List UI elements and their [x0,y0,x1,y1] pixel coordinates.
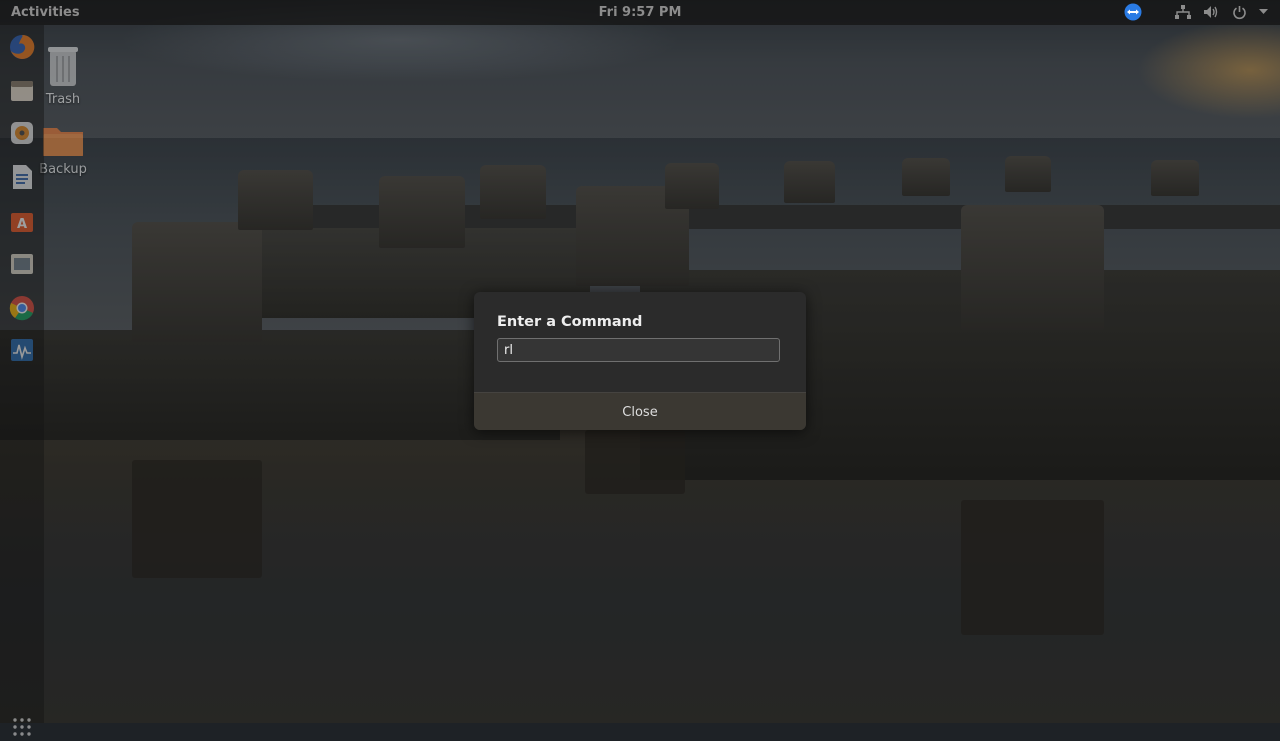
svg-text:A: A [17,217,27,232]
system-monitor-icon [11,339,33,361]
dialog-title: Enter a Command [497,314,643,330]
volume-icon[interactable] [1202,3,1220,21]
dock-item-rhythmbox[interactable] [8,119,36,147]
folder-icon [43,128,83,156]
dock: A [0,25,44,736]
system-tray[interactable] [1124,3,1268,21]
menu-arrow-icon[interactable] [1258,3,1268,21]
trash-icon [48,47,78,86]
rhythmbox-icon [11,122,33,144]
run-command-dialog: Enter a Command Close [474,292,806,430]
teamviewer-icon[interactable] [1124,3,1142,21]
apps-grid-icon [13,718,31,736]
dock-item-software[interactable]: A [8,207,36,235]
libreoffice-writer-icon [13,165,32,189]
top-bar: Activities Fri 9:57 PM [0,0,1280,25]
power-icon[interactable] [1230,3,1248,21]
software-center-icon: A [11,213,33,232]
firefox-icon [10,34,35,59]
files-icon [11,81,33,101]
dock-item-firefox[interactable] [8,33,36,61]
activities-button[interactable]: Activities [11,5,80,20]
close-button[interactable]: Close [474,392,806,430]
dock-item-system-monitor[interactable] [8,336,36,364]
clock[interactable]: Fri 9:57 PM [599,5,682,20]
dock-item-files[interactable] [8,77,36,105]
chrome-icon [9,296,34,321]
command-input[interactable] [497,338,780,362]
show-applications-button[interactable] [12,717,32,741]
network-icon[interactable] [1174,3,1192,21]
dock-item-writer[interactable] [8,163,36,191]
dock-item-screenshot[interactable] [8,250,36,278]
dock-item-chrome[interactable] [8,294,36,322]
screenshot-app-icon [11,254,33,274]
